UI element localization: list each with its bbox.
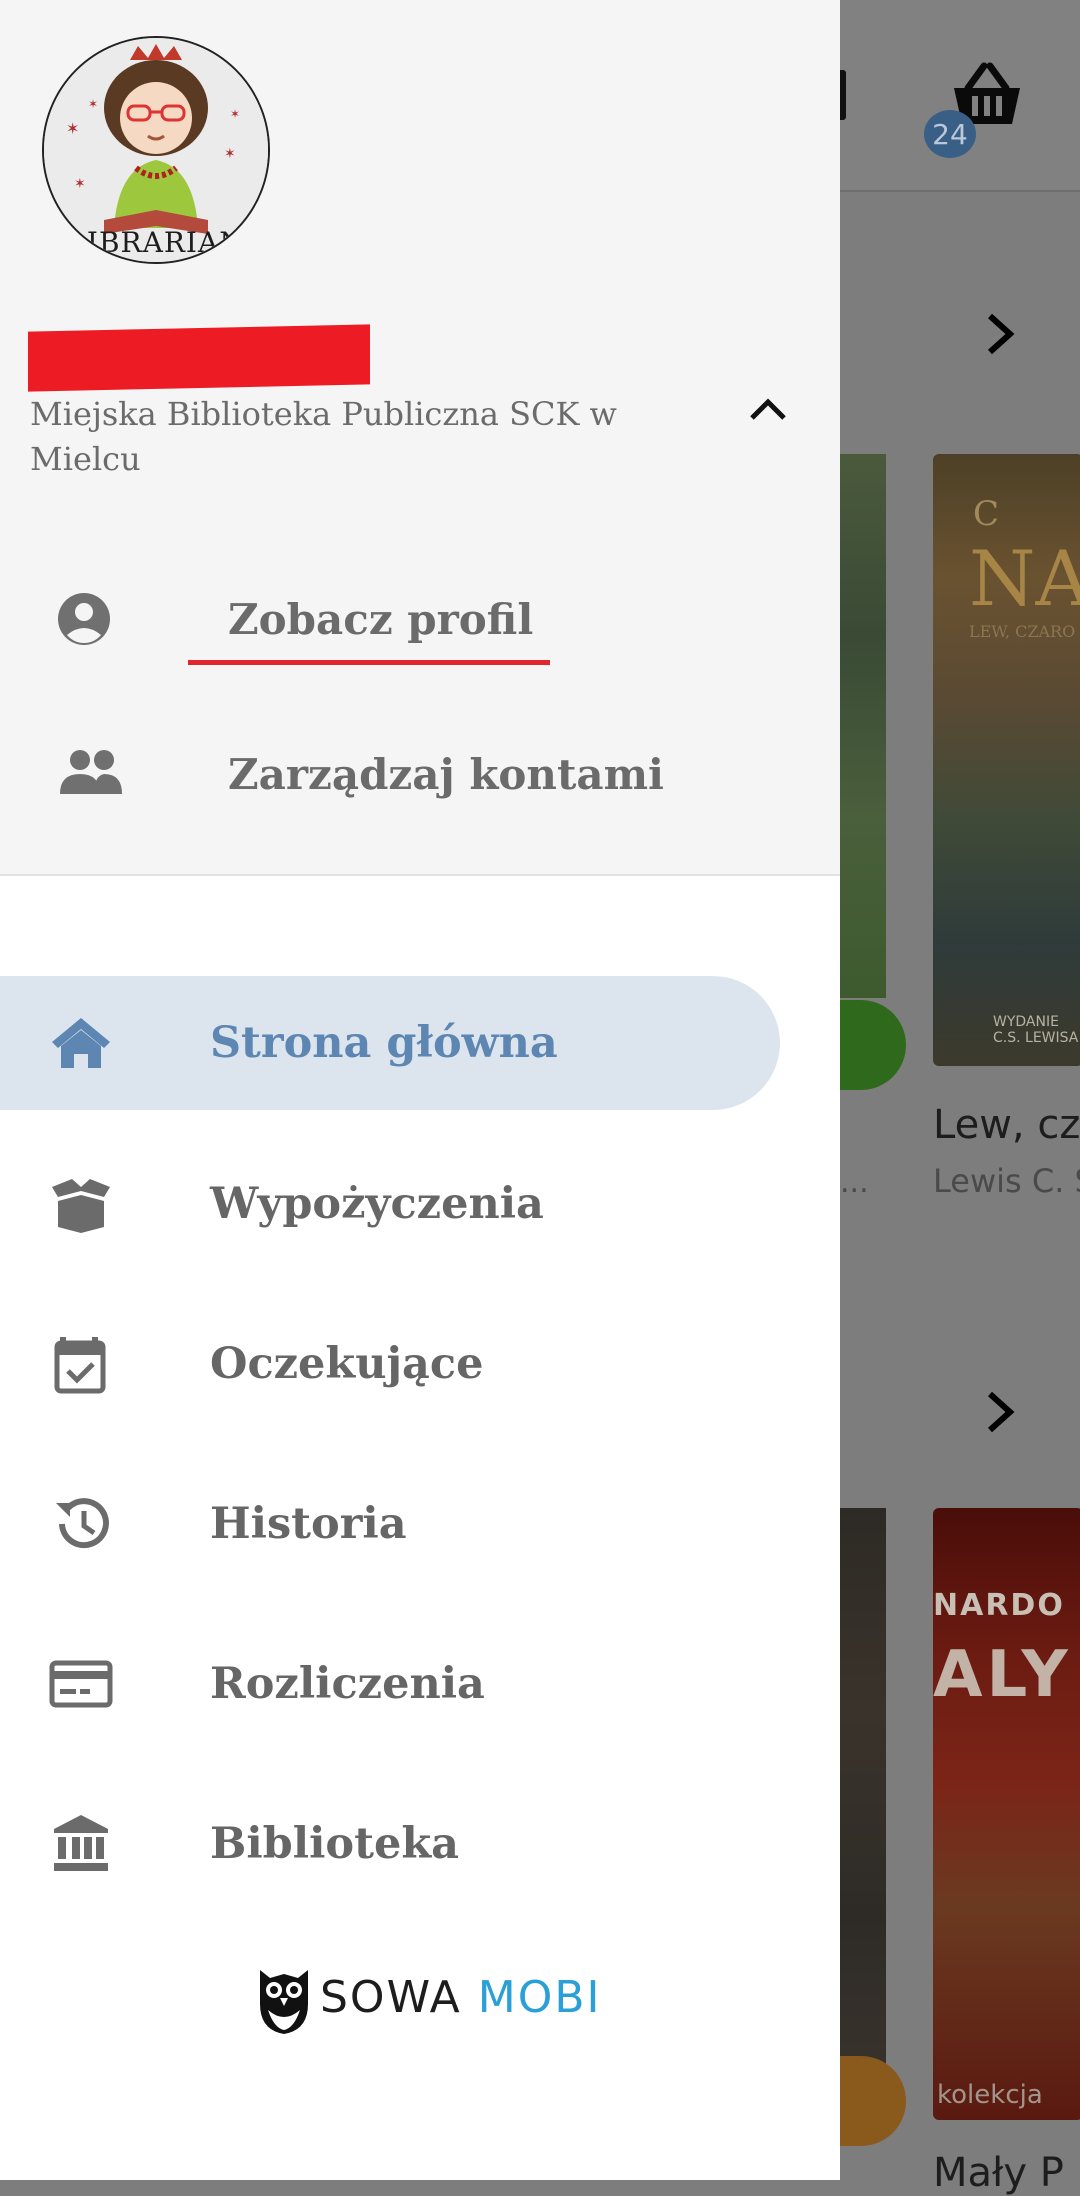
account-circle-icon [58, 593, 110, 645]
nav-item-home[interactable]: Strona główna [0, 976, 780, 1110]
sowa-mobi-logo: SOWA MOBI [254, 1964, 600, 2036]
manage-accounts-label: Zarządzaj kontami [228, 750, 664, 799]
nav-item-history[interactable]: Historia [0, 1457, 780, 1591]
nav-label-history: Historia [210, 1499, 407, 1549]
nav-item-library[interactable]: Biblioteka [0, 1777, 780, 1911]
available-check-icon [840, 1000, 906, 1090]
view-profile-button[interactable]: Zobacz profil [0, 565, 840, 675]
nav-label-home: Strona główna [210, 1018, 558, 1068]
redacted-user-name [28, 324, 370, 392]
chevron-up-icon[interactable] [748, 392, 788, 424]
box-icon [52, 1179, 110, 1233]
home-icon [52, 1018, 110, 1068]
pending-clock-icon [840, 2056, 906, 2146]
nav-label-billing: Rozliczenia [210, 1659, 485, 1709]
chevron-right-icon[interactable] [982, 1390, 1018, 1434]
book-cover[interactable]: C NA LEW, CZARO WYDANIE C.S. LEWISA [933, 454, 1080, 1066]
svg-text:✶: ✶ [224, 146, 236, 162]
owl-logo-icon [260, 1970, 308, 2034]
book-title[interactable]: Lew, cz [933, 1102, 1080, 1148]
drawer-header: ✶ ✶ ✶ ✶ ✶ LIBRARIAN Miejska Biblioteka P… [0, 0, 840, 876]
chevron-right-icon[interactable] [982, 312, 1018, 356]
svg-text:✶: ✶ [88, 97, 98, 111]
book-author: Lewis C. S [933, 1162, 1080, 1200]
nav-item-loans[interactable]: Wypożyczenia [0, 1137, 780, 1271]
brand-text-sowa: SOWA [320, 1972, 478, 2023]
nav-label-loans: Wypożyczenia [210, 1179, 544, 1229]
svg-text:✶: ✶ [66, 119, 79, 138]
nav-label-pending: Oczekujące [210, 1339, 484, 1389]
avatar-caption: LIBRARIAN [67, 226, 245, 259]
people-icon [60, 750, 122, 794]
svg-text:✶: ✶ [74, 176, 86, 192]
cart-count-badge: 24 [924, 110, 976, 158]
history-icon [56, 1498, 109, 1549]
book-title[interactable]: Mały P [933, 2150, 1064, 2196]
library-icon [54, 1815, 108, 1871]
nav-item-pending[interactable]: Oczekujące [0, 1297, 780, 1431]
brand-text-mobi: MOBI [477, 1972, 602, 2023]
view-profile-label: Zobacz profil [228, 595, 534, 644]
credit-card-icon [49, 1660, 113, 1708]
profile-underline [188, 660, 550, 665]
book-cover[interactable]: NARDO ALY kolekcja [933, 1508, 1080, 2120]
calendar-check-icon [54, 1337, 106, 1394]
truncated-author: ... [840, 1165, 869, 1200]
manage-accounts-button[interactable]: Zarządzaj kontami [0, 718, 840, 828]
svg-text:✶: ✶ [230, 107, 240, 121]
avatar[interactable]: ✶ ✶ ✶ ✶ ✶ LIBRARIAN [42, 36, 270, 264]
navigation-drawer: ✶ ✶ ✶ ✶ ✶ LIBRARIAN Miejska Biblioteka P… [0, 0, 840, 2180]
nav-item-billing[interactable]: Rozliczenia [0, 1617, 780, 1751]
nav-label-library: Biblioteka [210, 1819, 459, 1869]
library-name: Miejska Biblioteka Publiczna SCK w Mielc… [30, 395, 617, 478]
